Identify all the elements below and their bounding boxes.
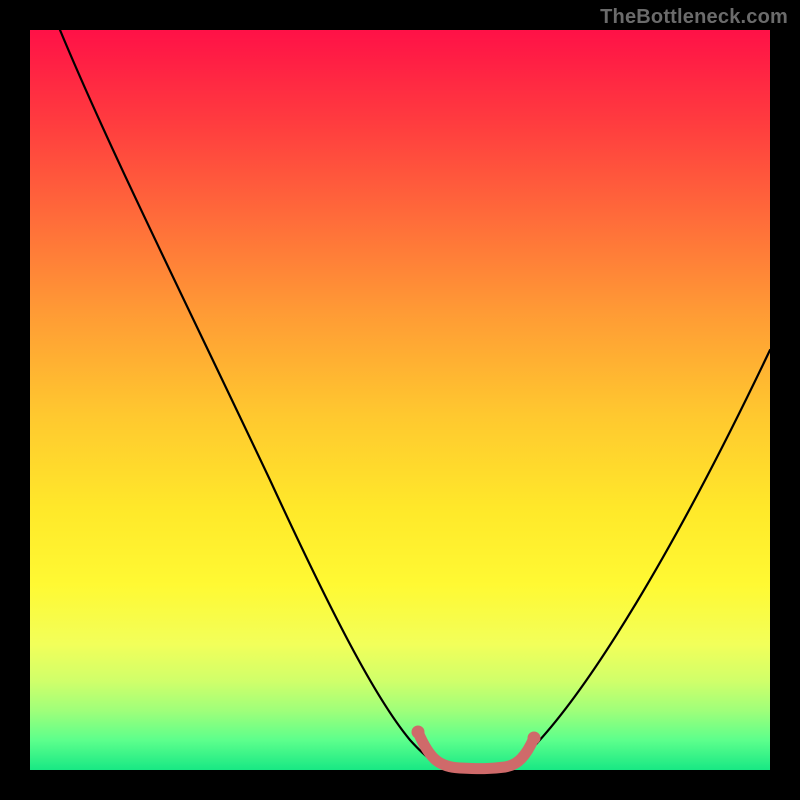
bottleneck-curve-right — [500, 350, 770, 767]
optimal-band-endpoint-right — [528, 732, 541, 745]
chart-svg — [30, 30, 770, 770]
watermark-text: TheBottleneck.com — [600, 6, 788, 29]
optimal-band — [418, 732, 534, 769]
optimal-band-endpoint-left — [412, 726, 425, 739]
chart-frame: TheBottleneck.com — [0, 0, 800, 800]
bottleneck-curve-left — [60, 30, 450, 767]
